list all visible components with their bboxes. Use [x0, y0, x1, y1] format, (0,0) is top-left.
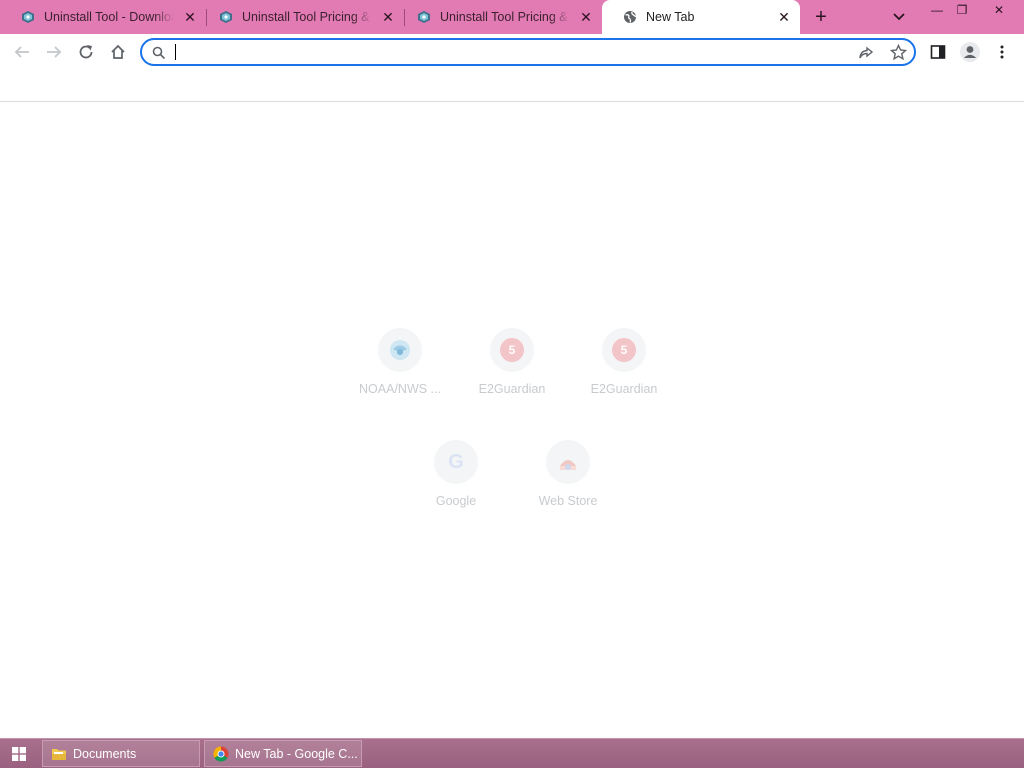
- new-tab-page: NOAA/NWS ... 5 E2Guardian 5 E2Guardian G…: [0, 103, 1024, 738]
- taskbar-item-label: New Tab - Google C...: [235, 746, 358, 761]
- uninstall-tool-favicon: [220, 11, 232, 23]
- google-glyph: G: [448, 450, 464, 473]
- side-panel-icon: [930, 45, 946, 59]
- e2guardian-icon: 5: [490, 328, 534, 372]
- avatar-icon: [960, 42, 980, 62]
- bookmark-star-icon[interactable]: [890, 44, 907, 61]
- chrome-icon: [213, 746, 229, 762]
- home-icon: [111, 44, 125, 59]
- back-button[interactable]: [10, 40, 34, 64]
- uninstall-tool-favicon: [418, 11, 430, 23]
- e2guardian-icon: 5: [602, 328, 646, 372]
- restore-button[interactable]: ❐: [945, 0, 979, 22]
- forward-arrow-icon: [47, 46, 62, 58]
- taskbar-item-documents[interactable]: Documents: [42, 740, 200, 767]
- shortcut-label: E2Guardian: [478, 382, 546, 396]
- taskbar-item-chrome[interactable]: New Tab - Google C...: [204, 740, 362, 767]
- shortcut-label: E2Guardian: [590, 382, 658, 396]
- close-tab-icon[interactable]: ✕: [182, 9, 198, 25]
- address-bar[interactable]: [140, 38, 916, 66]
- tab-uninstall-tool-pricing[interactable]: Uninstall Tool Pricing & Purchase ✕: [198, 0, 404, 34]
- tab-strip: Uninstall Tool - Download ✕ Uninstall To…: [0, 0, 1024, 34]
- back-arrow-icon: [14, 46, 29, 58]
- kebab-menu-icon: [1000, 45, 1004, 59]
- text-caret: [175, 44, 176, 60]
- e2guardian-badge: 5: [500, 338, 524, 362]
- tab-title: Uninstall Tool Pricing & Purchase: [440, 10, 570, 24]
- close-window-button[interactable]: ✕: [982, 0, 1016, 22]
- shortcut-label: NOAA/NWS ...: [359, 382, 441, 396]
- menu-button[interactable]: [990, 40, 1014, 64]
- tab-title: Uninstall Tool - Download: [44, 10, 174, 24]
- shortcut-tile-e2guardian[interactable]: 5 E2Guardian: [456, 314, 568, 426]
- profile-button[interactable]: [958, 40, 982, 64]
- shortcut-tile-e2guardian-2[interactable]: 5 E2Guardian: [568, 314, 680, 426]
- close-tab-icon[interactable]: ✕: [380, 9, 396, 25]
- tab-title: Uninstall Tool Pricing & Purchase: [242, 10, 372, 24]
- home-button[interactable]: [106, 40, 130, 64]
- reload-icon: [79, 45, 93, 59]
- address-input[interactable]: [174, 43, 844, 61]
- folder-icon: [52, 748, 66, 760]
- taskbar-item-label: Documents: [73, 746, 137, 761]
- start-button[interactable]: [0, 739, 38, 768]
- close-tab-icon[interactable]: ✕: [578, 9, 594, 25]
- taskbar: Documents New Tab - Google C...: [0, 738, 1024, 768]
- reload-button[interactable]: [74, 40, 98, 64]
- shortcut-label: Google: [435, 494, 477, 508]
- side-panel-button[interactable]: [926, 40, 950, 64]
- share-icon[interactable]: [858, 45, 874, 61]
- bookmarks-bar: [0, 70, 1024, 102]
- shortcut-tile-google[interactable]: G Google: [400, 426, 512, 538]
- windows-logo-icon: [12, 747, 26, 761]
- tab-uninstall-tool-pricing-2[interactable]: Uninstall Tool Pricing & Purchase ✕: [396, 0, 602, 34]
- forward-button[interactable]: [42, 40, 66, 64]
- tab-new-tab[interactable]: New Tab ✕: [602, 0, 800, 34]
- uninstall-tool-favicon: [22, 11, 34, 23]
- shortcut-label: Web Store: [538, 494, 598, 508]
- web-store-icon: [546, 440, 590, 484]
- globe-icon: [624, 11, 637, 23]
- shortcut-tile-noaa[interactable]: NOAA/NWS ...: [344, 314, 456, 426]
- browser-toolbar: [0, 34, 1024, 70]
- tab-title: New Tab: [646, 10, 695, 24]
- shortcut-tile-web-store[interactable]: Web Store: [512, 426, 624, 538]
- google-icon: G: [434, 440, 478, 484]
- chevron-down-icon[interactable]: [890, 9, 908, 25]
- search-icon: [152, 46, 166, 60]
- noaa-icon: [378, 328, 422, 372]
- e2guardian-badge: 5: [612, 338, 636, 362]
- tab-uninstall-tool-download[interactable]: Uninstall Tool - Download ✕: [0, 0, 206, 34]
- new-tab-button[interactable]: +: [809, 6, 833, 28]
- close-tab-icon[interactable]: ✕: [776, 9, 792, 25]
